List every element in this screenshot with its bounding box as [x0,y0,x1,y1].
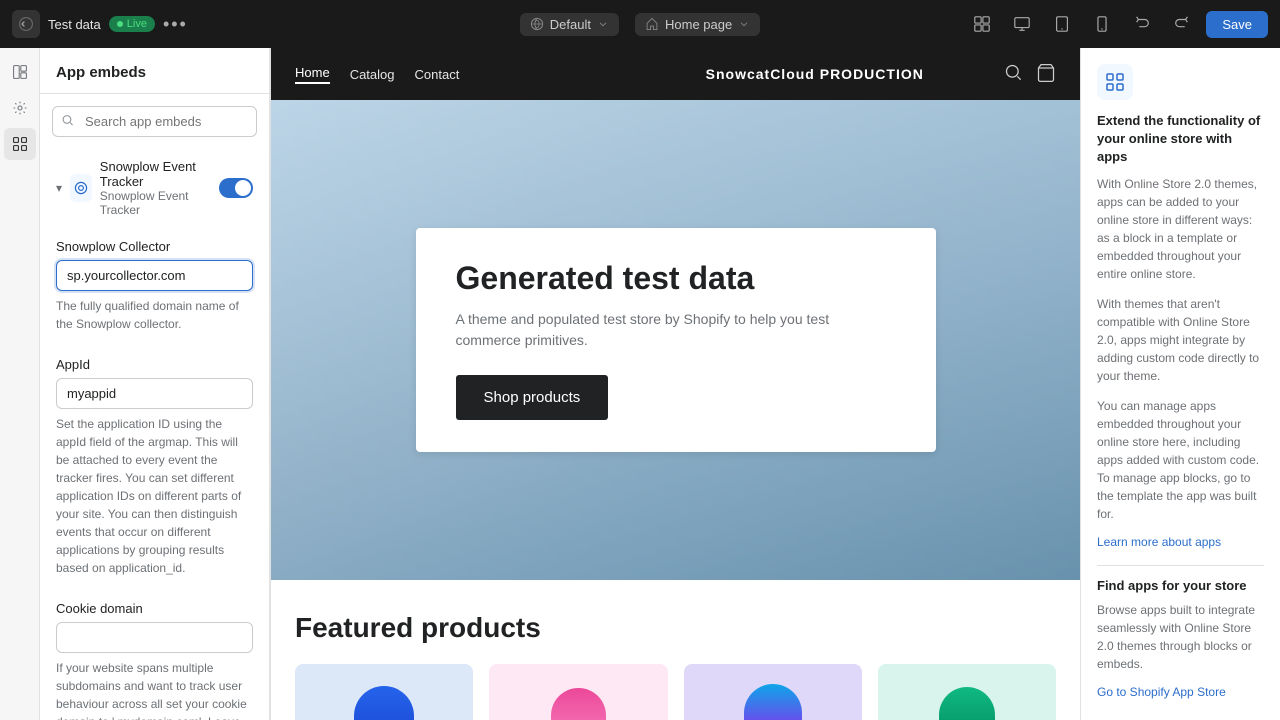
find-apps-desc: Browse apps built to integrate seamlessl… [1097,601,1264,673]
store-nav-icons [1004,63,1056,86]
collector-field-section: Snowplow Collector The fully qualified d… [40,227,269,345]
appid-field-section: AppId Set the application ID using the a… [40,345,269,589]
tracker-toggle-area: Snowplow Event Tracker Snowplow Event Tr… [70,159,211,217]
right-sidebar: Extend the functionality of your online … [1080,48,1280,720]
right-text-1: With Online Store 2.0 themes, apps can b… [1097,175,1264,283]
device-tablet-icon[interactable] [1046,8,1078,40]
back-icon[interactable] [12,10,40,38]
right-text-2: With themes that aren't compatible with … [1097,295,1264,385]
nav-links: Home Catalog Contact [295,65,626,84]
default-selector[interactable]: Default [520,13,619,36]
nav-link-catalog[interactable]: Catalog [350,67,395,82]
nav-link-contact[interactable]: Contact [415,67,460,82]
apps-icon [1097,64,1133,100]
topbar: Test data Live ••• Default Home page [0,0,1280,48]
tracker-icon [70,174,92,202]
hero-section: Generated test data A theme and populate… [271,100,1080,580]
right-sidebar-title: Extend the functionality of your online … [1097,112,1264,167]
save-button[interactable]: Save [1206,11,1268,38]
store-brand: SnowcatCloud PRODUCTION [650,66,981,82]
right-sidebar-header [1097,64,1264,100]
topbar-center: Default Home page [520,13,760,36]
left-panel: App embeds ▾ Snowplow Event Tracker Sn [0,48,271,720]
search-box [52,106,257,137]
app-store-link[interactable]: Go to Shopify App Store [1097,685,1264,699]
device-mobile-icon[interactable] [1086,8,1118,40]
search-icon [61,113,75,130]
sidebar-title: App embeds [40,48,269,94]
board-3 [744,684,802,720]
topbar-left: Test data Live ••• [12,10,512,38]
hero-card: Generated test data A theme and populate… [416,228,936,452]
more-options-button[interactable]: ••• [163,14,188,35]
board-4 [939,687,995,720]
tracker-item: ▾ Snowplow Event Tracker Snowplow Event … [40,149,269,227]
store-name: Test data [48,17,101,32]
board-2 [551,688,606,720]
shop-products-button[interactable]: Shop products [456,375,609,420]
find-apps-title: Find apps for your store [1097,578,1264,593]
featured-section: Featured products [271,580,1080,720]
search-nav-icon[interactable] [1004,63,1024,86]
collector-input[interactable] [56,260,253,291]
product-card-3[interactable] [684,664,862,720]
learn-more-link[interactable]: Learn more about apps [1097,535,1264,549]
undo-icon[interactable] [1126,8,1158,40]
products-grid [295,664,1056,720]
featured-title: Featured products [295,612,1056,644]
nav-icon-layout[interactable] [4,56,36,88]
cookie-domain-input[interactable] [56,622,253,653]
sidebar-nav-icons [0,48,40,720]
hero-desc: A theme and populated test store by Shop… [456,309,896,351]
product-card-2[interactable] [489,664,667,720]
appid-input[interactable] [56,378,253,409]
live-badge: Live [109,16,155,32]
nav-icon-apps[interactable] [4,128,36,160]
nav-icon-settings[interactable] [4,92,36,124]
live-dot [117,21,123,27]
board-1 [354,686,414,720]
home-page-selector[interactable]: Home page [635,13,760,36]
right-text-3: You can manage apps embedded throughout … [1097,397,1264,523]
product-card-1[interactable] [295,664,473,720]
redo-icon[interactable] [1166,8,1198,40]
topbar-right: Save [768,8,1268,40]
tracker-toggle[interactable] [219,178,253,198]
store-nav: Home Catalog Contact SnowcatCloud PRODUC… [271,48,1080,100]
store-preview: Home Catalog Contact SnowcatCloud PRODUC… [271,48,1080,720]
cookie-domain-field-section: Cookie domain If your website spans mult… [40,589,269,720]
divider [1097,565,1264,566]
main-layout: App embeds ▾ Snowplow Event Tracker Sn [0,48,1280,720]
cart-nav-icon[interactable] [1036,63,1056,86]
app-embeds-sidebar: App embeds ▾ Snowplow Event Tracker Sn [40,48,270,720]
product-card-4[interactable] [878,664,1056,720]
hero-title: Generated test data [456,260,896,297]
chevron-icon[interactable]: ▾ [56,181,62,195]
search-input[interactable] [52,106,257,137]
app-blocks-icon[interactable] [966,8,998,40]
device-desktop-icon[interactable] [1006,8,1038,40]
tracker-labels: Snowplow Event Tracker Snowplow Event Tr… [100,159,211,217]
nav-link-home[interactable]: Home [295,65,330,84]
